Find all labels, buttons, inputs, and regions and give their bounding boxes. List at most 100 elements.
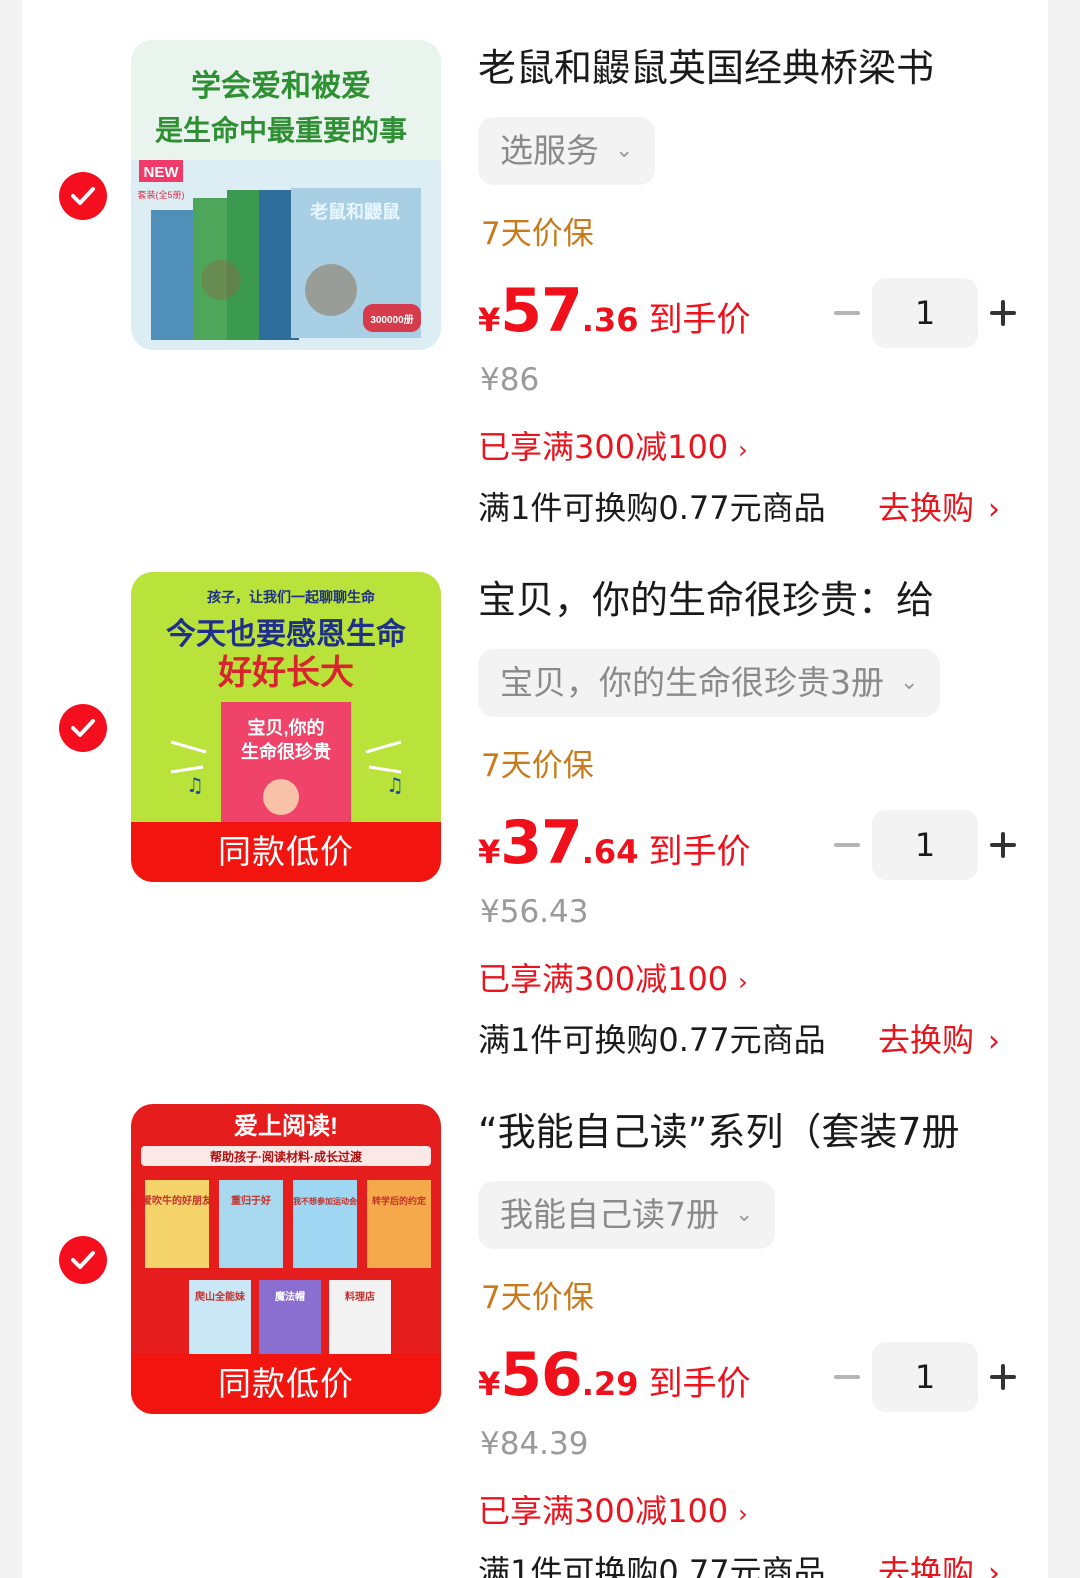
chevron-right-icon: › xyxy=(988,1024,1001,1059)
select-checkbox-checked[interactable] xyxy=(59,1236,107,1284)
new-tag: NEW xyxy=(144,164,180,181)
cart-item: 孩子，让我们一起聊聊生命 今天也要感恩生命 好好长大 宝贝,你的 生命很珍贵 ♫… xyxy=(22,532,1048,1064)
price-protection-label: 7天价保 xyxy=(481,216,594,252)
spec-selector[interactable]: 选服务 ⌄ xyxy=(478,117,656,185)
currency-symbol: ¥ xyxy=(478,833,501,871)
chevron-down-icon: ⌄ xyxy=(735,1202,754,1227)
decrease-button[interactable] xyxy=(834,843,860,847)
product-title[interactable]: “我能自己读”系列（套装7册 xyxy=(478,1106,1018,1158)
quantity-input[interactable]: 1 xyxy=(872,278,978,348)
image-subheadline: 帮助孩子·阅读材料·成长过渡 xyxy=(210,1149,363,1164)
product-title[interactable]: 老鼠和鼹鼠英国经典桥梁书 xyxy=(478,42,1018,94)
price-integer: 37 xyxy=(500,808,582,878)
promotion-text: 已享满300减100 xyxy=(478,428,729,466)
chevron-down-icon: ⌄ xyxy=(900,670,919,695)
select-checkbox-checked[interactable] xyxy=(59,172,107,220)
promotion-link[interactable]: 已享满300减100 › xyxy=(478,954,748,1000)
decrease-button[interactable] xyxy=(834,311,860,315)
spec-label: 选服务 xyxy=(500,131,599,170)
book-title: 爱吹牛的好朋友 xyxy=(142,1194,212,1207)
decrease-button[interactable] xyxy=(834,1375,860,1379)
product-image[interactable]: 孩子，让我们一起聊聊生命 今天也要感恩生命 好好长大 宝贝,你的 生命很珍贵 ♫… xyxy=(131,572,441,882)
book-title: 我不想参加运动会 xyxy=(293,1196,357,1206)
swap-offer: 满1件可换购0.77元商品 去换购 › xyxy=(478,1547,1038,1578)
increase-button[interactable] xyxy=(990,300,1016,326)
quantity-input[interactable]: 1 xyxy=(872,1342,978,1412)
book-title: 重归于好 xyxy=(231,1194,271,1207)
checkmark-icon xyxy=(71,1251,95,1269)
chevron-right-icon: › xyxy=(988,1556,1001,1578)
cover-title: 宝贝,你的 xyxy=(247,717,324,738)
promotion-text: 已享满300减100 xyxy=(478,1492,729,1530)
promotion-link[interactable]: 已享满300减100 › xyxy=(478,1486,748,1532)
select-checkbox-checked[interactable] xyxy=(59,704,107,752)
quantity-stepper: 1 xyxy=(828,1342,1024,1412)
low-price-badge: 同款低价 xyxy=(131,822,441,882)
cart-item: 学会爱和被爱 是生命中最重要的事 老鼠和鼹鼠 300000册 NEW 套装(全5… xyxy=(22,0,1048,532)
cover-title: 老鼠和鼹鼠 xyxy=(310,201,400,222)
cover-subtitle: 生命很珍贵 xyxy=(241,741,331,762)
product-image[interactable]: 爱上阅读! 帮助孩子·阅读材料·成长过渡 爱吹牛的好朋友 重归于好 我不想参加运… xyxy=(131,1104,441,1414)
spec-selector[interactable]: 我能自己读7册 ⌄ xyxy=(478,1181,776,1249)
book-title: 料理店 xyxy=(345,1290,375,1303)
product-title[interactable]: 宝贝，你的生命很珍贵：给 xyxy=(478,574,1018,626)
book-title: 转学后的约定 xyxy=(372,1195,427,1206)
swap-link-label: 去换购 xyxy=(878,1021,975,1059)
swap-link-label: 去换购 xyxy=(878,1553,975,1578)
set-tag: 套装(全5册) xyxy=(138,189,185,200)
image-headline: 爱上阅读! xyxy=(234,1113,338,1140)
swap-link[interactable]: 去换购 › xyxy=(878,483,1000,529)
book-title: 魔法帽 xyxy=(275,1290,305,1303)
swap-link[interactable]: 去换购 › xyxy=(878,1547,1000,1578)
image-tagline: 孩子，让我们一起聊聊生命 xyxy=(207,589,376,605)
final-price-label: 到手价 xyxy=(648,300,751,340)
cart-item-list: 学会爱和被爱 是生命中最重要的事 老鼠和鼹鼠 300000册 NEW 套装(全5… xyxy=(22,0,1048,1578)
increase-button[interactable] xyxy=(990,832,1016,858)
price-decimal: .29 xyxy=(581,1365,639,1403)
original-price: ¥86 xyxy=(480,362,540,398)
increase-button[interactable] xyxy=(990,1364,1016,1390)
price-decimal: .36 xyxy=(581,301,639,339)
checkmark-icon xyxy=(71,187,95,205)
music-note-icon: ♫ xyxy=(186,773,204,797)
final-price: ¥ 37 .64 到手价 xyxy=(478,808,750,878)
low-price-badge: 同款低价 xyxy=(131,1354,441,1414)
book-title: 爬山全能妹 xyxy=(194,1290,246,1303)
final-price: ¥ 57 .36 到手价 xyxy=(478,276,750,346)
music-note-icon: ♫ xyxy=(386,773,404,797)
swap-link-label: 去换购 xyxy=(878,489,975,527)
final-price-label: 到手价 xyxy=(648,1364,751,1404)
cart-page: 学会爱和被爱 是生命中最重要的事 老鼠和鼹鼠 300000册 NEW 套装(全5… xyxy=(0,0,1080,1578)
promotion-link[interactable]: 已享满300减100 › xyxy=(478,422,748,468)
swap-offer-text: 满1件可换购0.77元商品 xyxy=(478,1553,826,1578)
price-integer: 57 xyxy=(500,276,582,346)
product-image[interactable]: 学会爱和被爱 是生命中最重要的事 老鼠和鼹鼠 300000册 NEW 套装(全5… xyxy=(131,40,441,350)
spec-label: 我能自己读7册 xyxy=(500,1195,719,1234)
image-subheadline: 是生命中最重要的事 xyxy=(155,114,407,146)
price-protection-label: 7天价保 xyxy=(481,1280,594,1316)
quantity-input[interactable]: 1 xyxy=(872,810,978,880)
image-headline: 学会爱和被爱 xyxy=(191,69,371,103)
final-price: ¥ 56 .29 到手价 xyxy=(478,1340,750,1410)
chevron-down-icon: ⌄ xyxy=(615,138,634,163)
spec-label: 宝贝，你的生命很珍贵3册 xyxy=(500,663,884,702)
cart-item: 爱上阅读! 帮助孩子·阅读材料·成长过渡 爱吹牛的好朋友 重归于好 我不想参加运… xyxy=(22,1064,1048,1578)
swap-offer: 满1件可换购0.77元商品 去换购 › xyxy=(478,483,1038,529)
final-price-label: 到手价 xyxy=(648,832,751,872)
spec-selector[interactable]: 宝贝，你的生命很珍贵3册 ⌄ xyxy=(478,649,941,717)
chevron-right-icon: › xyxy=(988,492,1001,527)
chevron-right-icon: › xyxy=(738,1500,748,1528)
image-subheadline: 好好长大 xyxy=(217,654,354,692)
chevron-right-icon: › xyxy=(738,968,748,996)
original-price: ¥84.39 xyxy=(480,1426,589,1462)
price-decimal: .64 xyxy=(581,833,639,871)
price-integer: 56 xyxy=(500,1340,582,1410)
price-protection-label: 7天价保 xyxy=(481,748,594,784)
chevron-right-icon: › xyxy=(738,436,748,464)
quantity-stepper: 1 xyxy=(828,278,1024,348)
swap-link[interactable]: 去换购 › xyxy=(878,1015,1000,1061)
quantity-stepper: 1 xyxy=(828,810,1024,880)
swap-offer-text: 满1件可换购0.77元商品 xyxy=(478,489,826,527)
sales-stamp: 300000册 xyxy=(370,314,413,326)
image-headline: 今天也要感恩生命 xyxy=(166,617,407,651)
